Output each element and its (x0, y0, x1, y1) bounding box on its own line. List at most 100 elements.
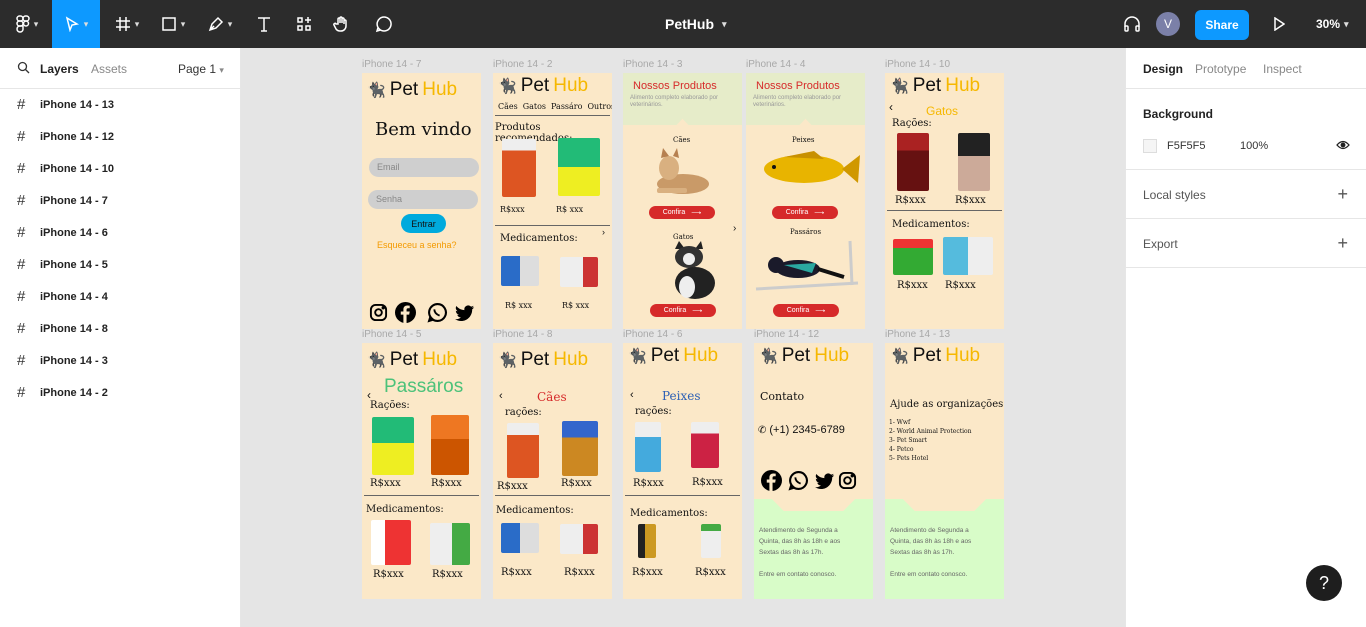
audio-button[interactable] (1120, 0, 1144, 48)
add-export-plus-icon[interactable]: + (1337, 234, 1348, 252)
frame-iphone-14-12[interactable]: 🐈‍⬛ Pet Hub Contato ✆ (+1) 2345-6789 Atend… (754, 343, 873, 599)
nav-others[interactable]: Outros (587, 102, 612, 111)
frame-iphone-14-4[interactable]: Nossos Produtos Alimento completo elabor… (746, 73, 865, 329)
tab-layers[interactable]: Layers (40, 62, 79, 76)
zoom-menu[interactable]: 30% ▾ (1316, 0, 1349, 48)
confira-button[interactable]: Confira ⟶ (772, 206, 838, 219)
forgot-password-link[interactable]: Esqueceu a senha? (377, 240, 457, 250)
frame-label[interactable]: iPhone 14 - 6 (623, 329, 683, 340)
tab-prototype[interactable]: Prototype (1195, 62, 1246, 76)
layer-row[interactable]: # iPhone 14 - 5 (0, 249, 240, 281)
whatsapp-icon[interactable] (427, 302, 448, 323)
dog-food-package-image (502, 139, 536, 197)
layer-row[interactable]: # iPhone 14 - 3 (0, 345, 240, 377)
confira-button[interactable]: Confira ⟶ (650, 304, 716, 317)
frame-icon: # (17, 128, 26, 145)
background-hex-input[interactable]: F5F5F5 (1167, 140, 1206, 152)
nav-dogs[interactable]: Cães (498, 102, 518, 111)
frame-label[interactable]: iPhone 14 - 7 (362, 59, 422, 70)
frame-iphone-14-2[interactable]: 🐈‍⬛PetHub Cães Gatos Passáro Outros Prod… (493, 73, 612, 329)
instagram-icon[interactable] (838, 471, 857, 490)
instagram-icon[interactable] (369, 303, 388, 322)
frame-iphone-14-3[interactable]: Nossos Produtos Alimento completo elabor… (623, 73, 742, 329)
chevron-right-icon[interactable]: › (602, 227, 605, 237)
logo-hub: Hub (553, 349, 589, 370)
chevron-right-icon[interactable]: › (733, 223, 736, 234)
frame-label[interactable]: iPhone 14 - 8 (493, 329, 553, 340)
twitter-icon[interactable] (815, 473, 835, 490)
layer-row[interactable]: # iPhone 14 - 7 (0, 185, 240, 217)
layer-label: iPhone 14 - 8 (40, 323, 108, 335)
password-field[interactable]: Senha (368, 190, 478, 209)
comment-tool-button[interactable] (372, 0, 396, 48)
present-button[interactable] (1268, 0, 1290, 48)
share-button[interactable]: Share (1195, 10, 1249, 40)
frame-iphone-14-13[interactable]: 🐈‍⬛ Pet Hub Ajude as organizações 1- Wwf 2… (885, 343, 1004, 599)
frame-label[interactable]: iPhone 14 - 2 (493, 59, 553, 70)
add-style-plus-icon[interactable]: + (1337, 185, 1348, 203)
search-icon[interactable] (17, 61, 30, 74)
medicine-package-image (371, 520, 411, 565)
file-title-menu[interactable]: PetHub ▾ (665, 0, 727, 48)
move-tool-button[interactable]: ▾ (52, 0, 100, 48)
page-selector[interactable]: Page 1 ▾ (178, 62, 224, 76)
tab-inspect[interactable]: Inspect (1263, 62, 1302, 76)
twitter-icon[interactable] (455, 305, 475, 322)
frame-label[interactable]: iPhone 14 - 12 (754, 329, 819, 340)
avatar[interactable]: V (1156, 12, 1180, 36)
nav-cats[interactable]: Gatos (523, 102, 546, 111)
facebook-icon[interactable] (395, 302, 416, 323)
back-arrow-icon[interactable]: ‹ (630, 389, 634, 401)
pethub-logo: 🐈‍⬛ Pet Hub (498, 75, 588, 97)
layer-row[interactable]: # iPhone 14 - 6 (0, 217, 240, 249)
background-swatch[interactable] (1143, 139, 1157, 153)
shape-tool-button[interactable]: ▾ (154, 0, 192, 48)
help-button[interactable]: ? (1306, 565, 1342, 601)
frame-iphone-14-8[interactable]: 🐈‍⬛ Pet Hub ‹ Cães rações: R$xxx R$xxx Med… (493, 343, 612, 599)
list-item: 5- Pets Hotel (889, 455, 929, 462)
frame-label[interactable]: iPhone 14 - 4 (746, 59, 806, 70)
layer-row[interactable]: # iPhone 14 - 8 (0, 313, 240, 345)
frame-iphone-14-7[interactable]: 🐈‍⬛ Pet Hub Bem vindo Email Senha Entrar E… (362, 73, 481, 329)
frame-icon: # (17, 96, 26, 113)
frame-iphone-14-6[interactable]: 🐈‍⬛ Pet Hub ‹ Peixes rações: R$xxx R$xxx M… (623, 343, 742, 599)
text-tool-button[interactable] (252, 0, 276, 48)
layer-row[interactable]: # iPhone 14 - 12 (0, 121, 240, 153)
canvas[interactable]: iPhone 14 - 7 iPhone 14 - 2 iPhone 14 - … (241, 48, 1125, 625)
nav-birds[interactable]: Passáro (551, 102, 582, 111)
chevron-down-icon: ▾ (227, 18, 233, 29)
background-opacity-input[interactable]: 100% (1240, 140, 1268, 152)
whatsapp-icon[interactable] (788, 470, 809, 491)
category-title: Gatos (926, 104, 959, 118)
list-item: 1- Wwf (889, 419, 911, 426)
hand-tool-button[interactable] (330, 0, 354, 48)
cat-logo-icon: 🐈‍⬛ (890, 348, 909, 365)
confira-button[interactable]: Confira ⟶ (773, 304, 839, 317)
frame-label[interactable]: iPhone 14 - 10 (885, 59, 950, 70)
tab-design[interactable]: Design (1143, 62, 1183, 76)
eye-icon[interactable] (1336, 140, 1350, 150)
back-arrow-icon[interactable]: ‹ (889, 100, 893, 114)
facebook-icon[interactable] (761, 470, 782, 491)
pen-tool-button[interactable]: ▾ (200, 0, 240, 48)
enter-button[interactable]: Entrar (401, 214, 446, 233)
layer-row[interactable]: # iPhone 14 - 13 (0, 89, 240, 121)
layer-row[interactable]: # iPhone 14 - 2 (0, 377, 240, 409)
frame-label[interactable]: iPhone 14 - 13 (885, 329, 950, 340)
price-label: R$xxx (561, 478, 592, 489)
tab-assets[interactable]: Assets (91, 62, 127, 76)
layer-row[interactable]: # iPhone 14 - 10 (0, 153, 240, 185)
email-field[interactable]: Email (369, 158, 479, 177)
frame-iphone-14-10[interactable]: 🐈‍⬛ Pet Hub ‹ Gatos Rações: R$xxx R$xxx Me… (885, 73, 1004, 329)
resources-tool-button[interactable] (292, 0, 316, 48)
frame-iphone-14-5[interactable]: 🐈‍⬛ Pet Hub ‹ Passáros Rações: R$xxx R$xxx… (362, 343, 481, 599)
layer-row[interactable]: # iPhone 14 - 4 (0, 281, 240, 313)
confira-button[interactable]: Confira ⟶ (649, 206, 715, 219)
frame-label[interactable]: iPhone 14 - 3 (623, 59, 683, 70)
back-arrow-icon[interactable]: ‹ (499, 390, 503, 402)
medicine-package-image (560, 524, 598, 554)
frame-label[interactable]: iPhone 14 - 5 (362, 329, 422, 340)
main-menu-button[interactable]: ▾ (8, 0, 46, 48)
arrow-right-icon: ⟶ (692, 307, 703, 315)
frame-tool-button[interactable]: ▾ (108, 0, 146, 48)
